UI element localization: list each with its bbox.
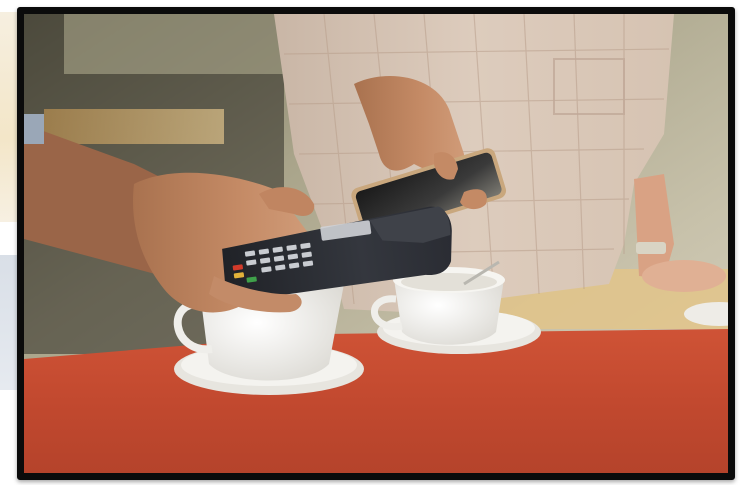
wooden-counter — [44, 109, 224, 144]
side-decoration-bottom — [0, 255, 18, 390]
wristwatch — [636, 242, 666, 254]
window-light — [64, 14, 294, 74]
customer-thumb — [460, 189, 487, 210]
table-top — [24, 329, 728, 473]
merchant-sleeve — [24, 114, 44, 144]
photo-frame — [17, 7, 735, 480]
payment-photo — [24, 14, 728, 473]
customer-hand-rest — [642, 260, 726, 292]
page — [0, 0, 752, 485]
